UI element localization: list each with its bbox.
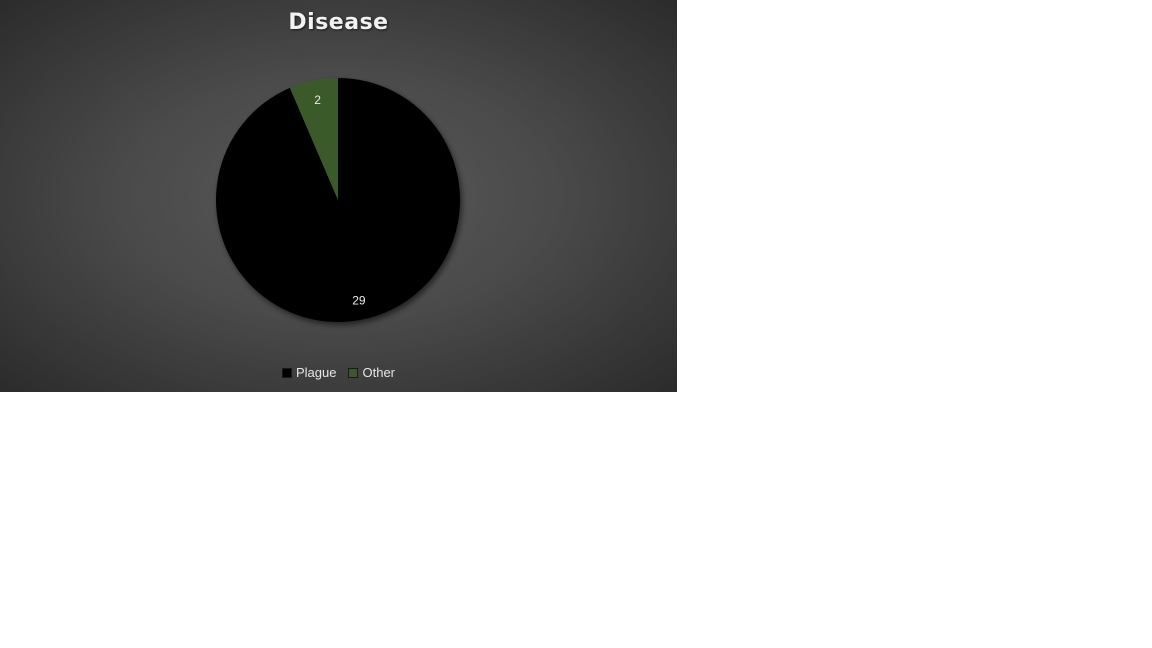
legend-item-other: Other: [348, 365, 395, 380]
data-label-other: 2: [314, 93, 321, 107]
legend-label-other: Other: [362, 365, 395, 380]
chart-area: Disease 29 2 Plague Other: [0, 0, 677, 392]
pie-chart: 29 2: [215, 78, 460, 322]
legend-swatch-other: [348, 367, 359, 378]
legend: Plague Other: [0, 365, 677, 380]
data-label-plague: 29: [352, 294, 366, 308]
legend-swatch-plague: [282, 367, 292, 378]
legend-label-plague: Plague: [296, 365, 337, 380]
legend-item-plague: Plague: [282, 365, 336, 380]
